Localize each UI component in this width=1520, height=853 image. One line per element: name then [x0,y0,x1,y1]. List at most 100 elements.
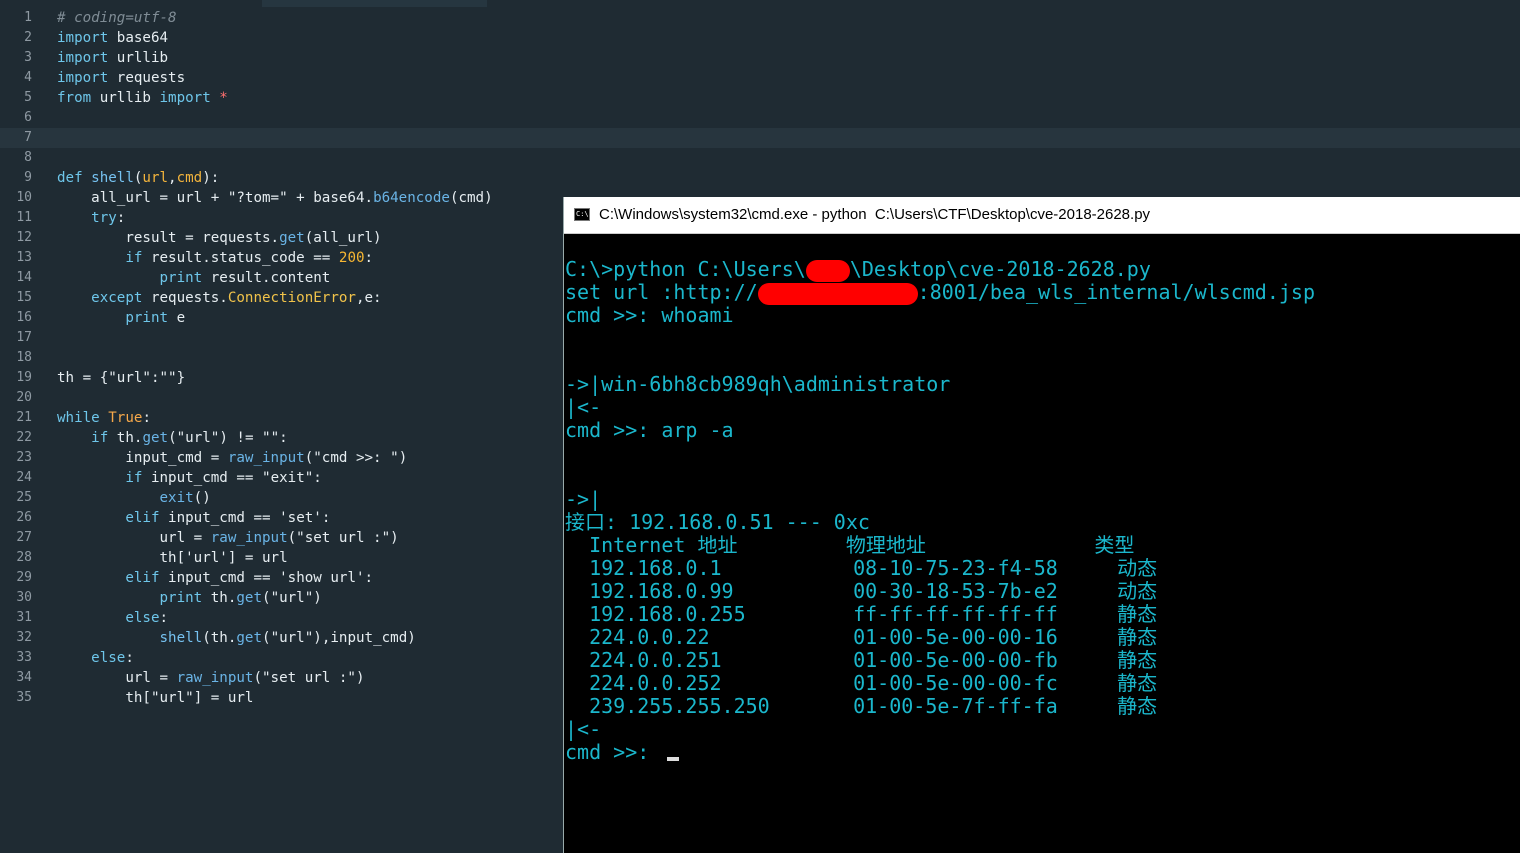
arp-mac: 01-00-5e-7f-ff-fa [853,694,1058,718]
code-text: ),input_cmd) [313,630,416,646]
line-number: 18 [16,350,32,365]
code-text: result = requests. [57,230,280,246]
line-number: 26 [16,510,32,525]
arp-type: 动态 [1117,579,1158,603]
keyword: import [57,50,109,66]
console-line: ->| [565,488,1515,511]
code-text: base64 [108,30,169,46]
code-text: ( [253,670,263,686]
console-line: |<- [565,717,602,741]
keyword: while [57,410,100,426]
function-call: exit [159,490,194,506]
cmd-app-icon[interactable] [574,208,590,221]
arp-ip: 192.168.0.1 [589,556,722,580]
string: "url" [270,630,314,646]
prompt-text: cmd >>: [565,740,662,764]
string: "url" [108,370,151,386]
arp-row: 239.255.255.250 01-00-5e-7f-ff-fa 静态 [565,695,1515,718]
line-number: 35 [16,690,32,705]
keyword: except [91,290,143,306]
string: "url" [150,690,194,706]
code-text: ] = url [193,690,254,706]
cmd-window[interactable]: C:\Windows\system32\cmd.exe - python C:\… [563,197,1520,853]
arp-type: 静态 [1117,671,1158,695]
keyword: import [57,30,109,46]
console-line: C:\>python C:\Users\ \Desktop\cve-2018-26… [565,258,1515,282]
arp-type: 动态 [1117,556,1158,580]
code-text: : [313,470,322,486]
console-line: 接口: 192.168.0.51 --- 0xc [565,510,870,534]
line-number: 11 [16,210,32,225]
line-number: 32 [16,630,32,645]
code-text: input_cmd == [159,510,280,526]
line-number: 1 [24,10,32,25]
code-text: ) [390,530,399,546]
cmd-title-bar[interactable]: C:\Windows\system32\cmd.exe - python C:\… [564,197,1520,234]
code-text: : [150,370,160,386]
line-number: 9 [24,170,32,185]
code-text: ): [202,170,220,186]
code-line: import base64 [57,28,1517,48]
arp-type: 静态 [1117,694,1158,718]
string: "" [159,370,177,386]
console-text: | [589,487,602,511]
line-number: 14 [16,270,32,285]
argument: cmd [176,170,203,186]
code-text: th = { [57,370,109,386]
string: 'show url' [279,570,365,586]
keyword: if [125,470,143,486]
function-call: shell [159,630,203,646]
keyword: print [125,310,169,326]
console-text: -> [565,372,590,396]
code-text: url = [57,670,177,686]
console-text: | [589,372,602,396]
code-text: ) [355,670,365,686]
arp-ip: 192.168.0.99 [589,579,734,603]
command-prompt[interactable]: cmd >>: [565,741,1515,764]
keyword: import [159,90,211,106]
code-text: * [210,90,228,106]
arp-ip: 224.0.0.22 [589,625,710,649]
arp-ip: 239.255.255.250 [589,694,770,718]
code-text: th. [108,430,143,446]
redaction-mark [757,282,918,305]
arp-row: 192.168.0.99 00-30-18-53-7b-e2 动态 [565,580,1515,603]
text-cursor [667,757,680,761]
code-line: import requests [57,68,1517,88]
line-number: 12 [16,230,32,245]
function-call: b64encode [373,190,450,206]
code-text: all_url = url + [57,190,228,206]
code-text: input_cmd == [159,570,280,586]
code-line: # coding=utf-8 [57,8,1517,28]
line-number: 19 [16,370,32,385]
code-text: ) != [219,430,263,446]
line-number: 4 [24,70,32,85]
console-output[interactable]: C:\>python C:\Users\ \Desktop\cve-2018-26… [565,258,1515,764]
code-line: import urllib [57,48,1517,68]
code-text: result.status_code == [142,250,339,266]
line-number: 6 [24,110,32,125]
arp-mac: 01-00-5e-00-00-fb [853,648,1058,672]
arp-type: 静态 [1117,625,1158,649]
window-title: C:\Windows\system32\cmd.exe - python C:\… [599,206,1151,223]
code-text: + base64. [287,190,374,206]
code-text: ( [304,450,314,466]
keyword: if [125,250,143,266]
console-text: -> [565,487,590,511]
code-text: requests [108,70,186,86]
line-number: 22 [16,430,32,445]
code-text: th[ [57,550,186,566]
keyword: import [57,70,109,86]
code-text: : [125,650,134,666]
code-text: : [364,570,374,586]
code-text: ) [398,450,408,466]
arp-row: 192.168.0.255 ff-ff-ff-ff-ff-ff 静态 [565,603,1515,626]
code-text: th. [202,590,237,606]
function-name: shell [82,170,134,186]
console-line: |<- [565,395,602,419]
